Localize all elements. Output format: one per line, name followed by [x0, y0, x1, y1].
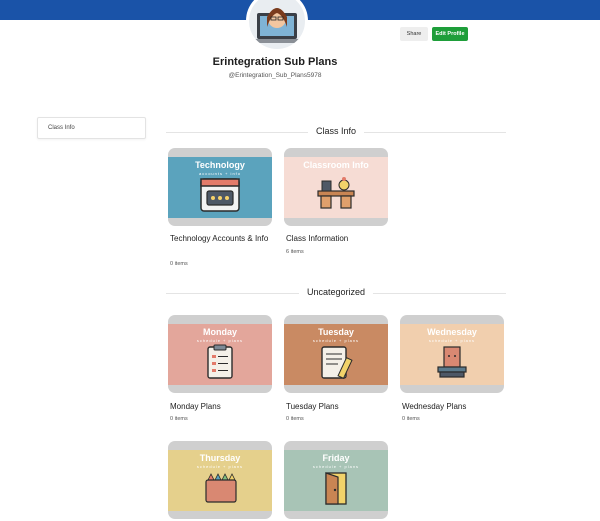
item-count: 0 items [286, 416, 304, 422]
door-icon [325, 472, 347, 505]
sidebar-item-label: Class Info [48, 125, 75, 131]
collection-thumbnail[interactable]: Monday schedule + plans [168, 315, 272, 393]
thumbnail-title: Thursday [199, 453, 241, 463]
profile-name: Erintegration Sub Plans [212, 56, 338, 68]
thumbnail-subtitle: schedule + plans [196, 338, 244, 343]
collection-title[interactable]: Monday Plans [170, 401, 274, 412]
crayons-icon [205, 473, 237, 503]
item-count: 0 items [402, 416, 420, 422]
collection-thumbnail[interactable]: Friday schedule + plans [284, 441, 388, 519]
thumbnail-subtitle: schedule + plans [196, 464, 244, 469]
thumbnail-title: Wednesday [427, 327, 477, 337]
collection-thumbnail[interactable]: Classroom Info [284, 148, 388, 226]
collection-title[interactable]: Technology Accounts & Info [170, 233, 274, 244]
document-pencil-icon [321, 346, 353, 379]
thumbnail-subtitle: schedule + plans [312, 464, 360, 469]
collection-thumbnail[interactable]: Wednesday schedule + plans [400, 315, 504, 393]
section-title: Uncategorized [298, 287, 374, 297]
section-title: Class Info [307, 126, 365, 136]
share-button[interactable]: Share [400, 27, 428, 41]
collection-title[interactable]: Class Information [286, 233, 390, 244]
collection-title[interactable]: Tuesday Plans [286, 401, 390, 412]
sidebar-item-class-info[interactable]: Class Info [37, 117, 146, 139]
thumbnail-title: Friday [322, 453, 350, 463]
desk-icon [317, 177, 355, 209]
item-count: 0 items [170, 261, 188, 267]
section-header-class-info: Class Info [166, 126, 506, 138]
books-icon [437, 346, 467, 378]
profile-handle: @Erintegration_Sub_Plans5978 [228, 72, 322, 79]
thumbnail-subtitle: schedule + plans [312, 338, 360, 343]
section-header-uncategorized: Uncategorized [166, 287, 506, 299]
clipboard-icon [207, 344, 233, 379]
thumbnail-title: Technology [195, 160, 245, 170]
collection-title[interactable]: Wednesday Plans [402, 401, 506, 412]
thumbnail-title: Tuesday [318, 327, 354, 337]
computer-icon [200, 178, 240, 212]
thumbnail-subtitle: schedule + plans [428, 338, 476, 343]
thumbnail-subtitle: accounts + info [198, 171, 242, 176]
collection-thumbnail[interactable]: Thursday schedule + plans [168, 441, 272, 519]
item-count: 6 items [286, 249, 304, 255]
edit-profile-button[interactable]: Edit Profile [432, 27, 468, 41]
collection-thumbnail[interactable]: Technology accounts + info [168, 148, 272, 226]
avatar[interactable] [246, 0, 308, 52]
thumbnail-title: Classroom Info [303, 160, 369, 170]
collection-thumbnail[interactable]: Tuesday schedule + plans [284, 315, 388, 393]
item-count: 0 items [170, 416, 188, 422]
thumbnail-title: Monday [202, 327, 237, 337]
